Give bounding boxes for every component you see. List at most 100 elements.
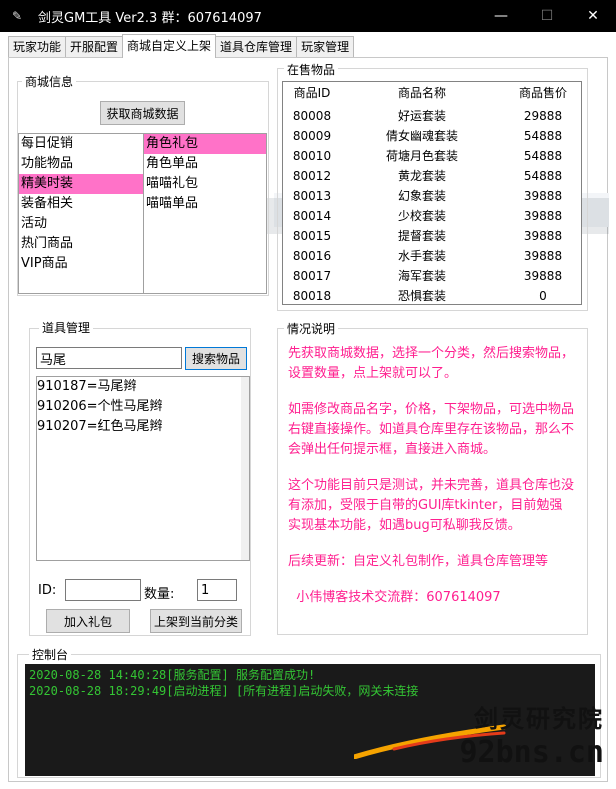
list-item[interactable]: VIP商品 bbox=[19, 254, 143, 274]
tab-content: 商城信息 获取商城数据 每日促销 功能物品 精美时装 装备相关 活动 热门商品 … bbox=[8, 57, 609, 782]
watermark-top: 剑灵研究院 bbox=[474, 705, 604, 733]
maximize-button[interactable]: ☐ bbox=[524, 0, 570, 32]
on-sale-label: 在售物品 bbox=[284, 63, 339, 77]
id-input[interactable] bbox=[65, 579, 141, 601]
cell-name: 倩女幽魂套装 bbox=[385, 129, 458, 143]
window-title: 剑灵GM工具 Ver2.3 群：607614097 bbox=[38, 10, 262, 26]
info-line: 先获取商城数据，选择一个分类，然后搜索物品， bbox=[288, 346, 575, 361]
close-button[interactable]: ✕ bbox=[570, 0, 616, 32]
cell-name: 好运套装 bbox=[397, 109, 446, 123]
console-line: 2020-08-28 14:40:28[服务配置] 服务配置成功! bbox=[29, 668, 316, 682]
feather-icon: ✎ bbox=[12, 9, 23, 23]
tab-shop-custom[interactable]: 商城自定义上架 bbox=[122, 34, 217, 58]
list-to-category-button[interactable]: 上架到当前分类 bbox=[150, 609, 242, 633]
subcategory-list[interactable]: 角色礼包 角色单品 喵喵礼包 喵喵单品 bbox=[143, 133, 267, 294]
column-header[interactable]: 商品售价 bbox=[503, 82, 583, 104]
category-list[interactable]: 每日促销 功能物品 精美时装 装备相关 活动 热门商品 VIP商品 bbox=[18, 133, 144, 294]
list-item[interactable]: 910207=红色马尾辫 bbox=[37, 417, 249, 437]
cell-name: 水手套装 bbox=[397, 249, 446, 263]
search-results-list[interactable]: 910187=马尾辫 910206=个性马尾辫 910207=红色马尾辫 bbox=[36, 376, 250, 561]
table-row[interactable]: 80012 黄龙套装 54888 bbox=[283, 166, 581, 186]
table-row[interactable]: 80009 倩女幽魂套装 54888 bbox=[283, 126, 581, 146]
add-to-pack-button[interactable]: 加入礼包 bbox=[46, 609, 130, 633]
list-item[interactable]: 喵喵礼包 bbox=[144, 174, 266, 194]
info-line bbox=[288, 384, 584, 400]
qty-label: 数量: bbox=[144, 587, 175, 602]
cell-id: 80014 bbox=[292, 209, 332, 223]
info-line: 会弹出任何提示框，直接进入商城。 bbox=[288, 442, 497, 457]
tab-player-management[interactable]: 玩家管理 bbox=[296, 36, 355, 58]
list-item[interactable]: 910206=个性马尾辫 bbox=[37, 397, 249, 417]
table-row[interactable]: 80008 好运套装 29888 bbox=[283, 106, 581, 126]
cell-id: 80016 bbox=[292, 249, 332, 263]
cell-id: 80010 bbox=[292, 149, 332, 163]
info-line: 实现基本功能，如遇bug可私聊我反馈。 bbox=[288, 518, 521, 533]
console-label: 控制台 bbox=[29, 648, 72, 662]
watermark-logo: 剑灵研究院 92bns.cn bbox=[354, 699, 605, 779]
list-item[interactable]: 热门商品 bbox=[19, 234, 143, 254]
scrollbar[interactable] bbox=[241, 377, 249, 560]
console-line: 2020-08-28 18:29:49[启动进程] [所有进程]启动失败，网关未… bbox=[29, 684, 419, 698]
list-item[interactable]: 910187=马尾辫 bbox=[37, 377, 249, 397]
table-row[interactable]: 80014 少校套装 39888 bbox=[283, 206, 581, 226]
cell-name: 黄龙套装 bbox=[397, 169, 446, 183]
column-header[interactable]: 商品ID bbox=[283, 82, 341, 104]
tab-item-warehouse[interactable]: 道具仓库管理 bbox=[215, 36, 298, 58]
search-input[interactable] bbox=[36, 347, 182, 369]
cell-id: 80009 bbox=[292, 129, 332, 143]
list-item[interactable]: 装备相关 bbox=[19, 194, 143, 214]
list-item[interactable]: 功能物品 bbox=[19, 154, 143, 174]
list-item[interactable]: 活动 bbox=[19, 214, 143, 234]
info-line bbox=[288, 460, 584, 476]
table-row[interactable]: 80010 荷塘月色套装 54888 bbox=[283, 146, 581, 166]
cell-name: 少校套装 bbox=[397, 209, 446, 223]
cell-name: 恐惧套装 bbox=[397, 289, 446, 303]
fetch-shop-data-button[interactable]: 获取商城数据 bbox=[100, 101, 185, 125]
on-sale-table[interactable]: 商品ID 商品名称 商品售价 80008 好运套装 29888 80009 倩女… bbox=[282, 81, 582, 305]
tab-player-functions[interactable]: 玩家功能 bbox=[8, 36, 67, 58]
info-text-block: 先获取商城数据，选择一个分类，然后搜索物品， 设置数量，点上架就可以了。 如需修… bbox=[288, 344, 584, 608]
list-item[interactable]: 角色单品 bbox=[144, 154, 266, 174]
item-mgmt-label: 道具管理 bbox=[39, 321, 94, 335]
cell-name: 提督套装 bbox=[397, 229, 446, 243]
list-item[interactable]: 角色礼包 bbox=[144, 134, 266, 154]
cell-price: 39888 bbox=[523, 209, 563, 223]
cell-price: 39888 bbox=[523, 269, 563, 283]
list-item[interactable]: 每日促销 bbox=[19, 134, 143, 154]
info-line: 小伟博客技术交流群：607614097 bbox=[288, 590, 501, 605]
search-item-button[interactable]: 搜索物品 bbox=[185, 347, 247, 370]
cell-id: 80017 bbox=[292, 269, 332, 283]
table-row[interactable]: 80016 水手套装 39888 bbox=[283, 246, 581, 266]
info-line: 如需修改商品名字，价格，下架物品，可选中物品 bbox=[288, 402, 575, 417]
cell-id: 80013 bbox=[292, 189, 332, 203]
list-item[interactable]: 喵喵单品 bbox=[144, 194, 266, 214]
qty-input[interactable] bbox=[197, 579, 237, 601]
minimize-button[interactable]: — bbox=[478, 0, 524, 32]
table-row[interactable]: 80018 恐惧套装 0 bbox=[283, 286, 581, 306]
table-row[interactable]: 80015 提督套装 39888 bbox=[283, 226, 581, 246]
title-bar: ✎ 剑灵GM工具 Ver2.3 群：607614097 — ☐ ✕ bbox=[0, 0, 616, 32]
info-line bbox=[288, 572, 584, 588]
info-line: 右键直接操作。如道具仓库里存在该物品，那么不 bbox=[288, 422, 575, 437]
table-row[interactable]: 80013 幻象套装 39888 bbox=[283, 186, 581, 206]
tab-bar: 玩家功能 开服配置 商城自定义上架 道具仓库管理 玩家管理 bbox=[8, 34, 355, 58]
id-label: ID: bbox=[38, 583, 57, 598]
column-header[interactable]: 商品名称 bbox=[343, 82, 501, 104]
cell-price: 39888 bbox=[523, 189, 563, 203]
info-line: 有添加，受限于自带的GUI库tkinter，目前勉强 bbox=[288, 498, 563, 513]
cell-price: 54888 bbox=[523, 169, 563, 183]
cell-price: 54888 bbox=[523, 149, 563, 163]
tab-server-config[interactable]: 开服配置 bbox=[65, 36, 124, 58]
info-line: 设置数量，点上架就可以了。 bbox=[288, 366, 458, 381]
cell-id: 80015 bbox=[292, 229, 332, 243]
cell-id: 80018 bbox=[292, 289, 332, 303]
info-line bbox=[288, 536, 584, 552]
cell-name: 幻象套装 bbox=[397, 189, 446, 203]
info-label: 情况说明 bbox=[284, 322, 339, 336]
list-item[interactable]: 精美时装 bbox=[19, 174, 143, 194]
cell-price: 0 bbox=[539, 289, 547, 303]
watermark-bottom: 92bns.cn bbox=[459, 735, 605, 770]
table-row[interactable]: 80017 海军套装 39888 bbox=[283, 266, 581, 286]
shop-info-label: 商城信息 bbox=[22, 75, 77, 89]
cell-price: 39888 bbox=[523, 229, 563, 243]
